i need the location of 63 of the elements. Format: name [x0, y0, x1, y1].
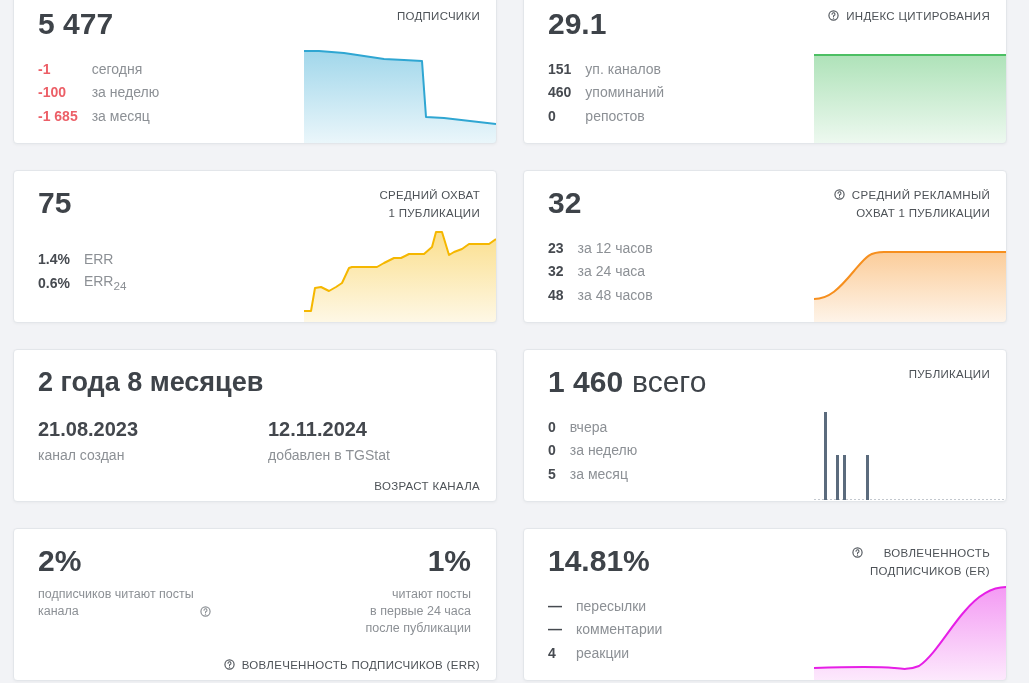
stat-value: 23 — [548, 239, 564, 256]
metric-value: 14.81% — [548, 544, 650, 578]
stat-value: — — [548, 621, 562, 637]
card-title: ИНДЕКС ЦИТИРОВАНИЯ — [846, 9, 990, 24]
stat-label: ERR$_{24}$ — [83, 273, 127, 293]
stat-label: за 12 часов — [577, 239, 653, 256]
metric-description: подписчиков читают посты канала — [38, 586, 194, 620]
help-icon[interactable] — [199, 606, 211, 617]
stat-label: за месяц — [569, 465, 628, 482]
stat-label: комментарии — [576, 621, 663, 637]
metric-value: 2% — [38, 544, 82, 578]
stat-value: 0 — [548, 418, 556, 435]
date-value: 12.11.2024 — [268, 417, 367, 442]
metric-value: 1 460 — [548, 365, 624, 399]
stat-label: сегодня — [91, 60, 143, 77]
card-title: СРЕДНИЙ ОХВАТ 1 ПУБЛИКАЦИИ — [379, 188, 480, 221]
stat-label: за неделю — [569, 442, 638, 458]
metric-value: 32 — [548, 186, 582, 220]
stat-label: за 24 часа — [577, 263, 645, 279]
metric-value: 5 477 — [38, 7, 114, 41]
stat-value: 48 — [548, 286, 564, 303]
help-icon[interactable] — [223, 659, 235, 670]
date-value: 21.08.2023 — [38, 417, 139, 442]
stat-label: вчера — [569, 418, 608, 435]
stat-label: пересылки — [576, 597, 647, 614]
stat-label: репостов — [585, 107, 645, 124]
stat-label: реакции — [576, 644, 630, 661]
help-icon[interactable] — [828, 10, 840, 21]
stat-value: — — [548, 597, 562, 614]
stat-value: 0.6% — [38, 274, 70, 291]
stat-value: 460 — [548, 84, 572, 100]
metric-description: читают посты в первые 24 часа после публикации — [365, 586, 471, 637]
stat-value: 1.4% — [38, 251, 70, 268]
date-caption: добавлен в TGStat — [268, 446, 390, 465]
stat-value: 4 — [548, 644, 556, 661]
stat-value: 5 — [548, 465, 556, 482]
date-caption: канал создан — [38, 446, 125, 465]
stat-value: -1 685 — [38, 107, 78, 124]
help-icon[interactable] — [852, 547, 864, 558]
card-title: ВОВЛЕЧЕННОСТЬ ПОДПИСЧИКОВ (ERR) — [241, 658, 480, 673]
metric-value: 29.1 — [548, 7, 607, 41]
metric-value: 1% — [427, 544, 471, 578]
stat-label: уп. каналов — [585, 60, 661, 77]
stat-label: упоминаний — [585, 84, 665, 100]
metric-value: 2 года 8 месяцев — [38, 366, 264, 399]
card-title: ВОЗРАСТ КАНАЛА — [374, 479, 480, 494]
card-title: ВОВЛЕЧЕННОСТЬ ПОДПИСЧИКОВ (ER) — [870, 546, 990, 579]
help-icon[interactable] — [833, 189, 845, 200]
stat-value: 151 — [548, 60, 572, 77]
stat-value: -1 — [38, 60, 51, 77]
stat-value: 0 — [548, 107, 556, 124]
metric-value: 75 — [38, 186, 72, 220]
stat-value: 32 — [548, 263, 564, 279]
stat-label: за 48 часов — [577, 286, 653, 303]
stat-value: -100 — [38, 84, 67, 100]
card-title: ПОДПИСЧИКИ — [396, 9, 480, 24]
stat-label: за месяц — [91, 107, 150, 124]
stat-label: за неделю — [91, 84, 160, 100]
card-title: ПУБЛИКАЦИИ — [908, 367, 990, 382]
card-title: СРЕДНИЙ РЕКЛАМНЫЙ ОХВАТ 1 ПУБЛИКАЦИИ — [851, 188, 990, 221]
stat-label: ERR — [83, 251, 114, 268]
metric-unit: всего — [632, 365, 707, 399]
stat-value: 0 — [548, 442, 556, 458]
